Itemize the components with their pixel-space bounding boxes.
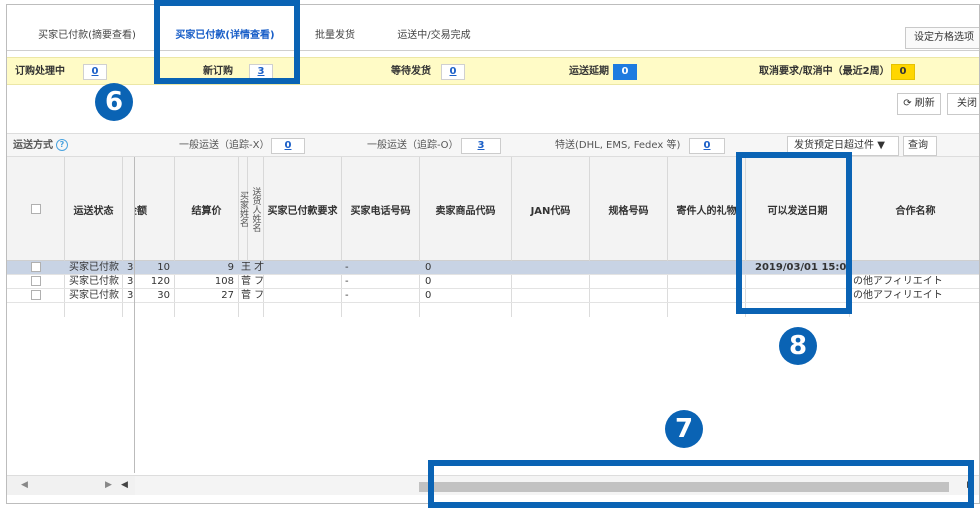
header-seller-code[interactable]: 卖家商品代码 xyxy=(420,157,512,261)
processing-label: 订购处理中 xyxy=(15,66,65,77)
processing-count[interactable]: 0 xyxy=(83,64,107,80)
help-icon[interactable]: ? xyxy=(56,139,68,151)
row-settlement: 27 xyxy=(221,290,234,301)
header-amount[interactable]: 金额 xyxy=(135,157,175,261)
header-status[interactable]: 运送状态 xyxy=(65,157,123,261)
row-settlement: 108 xyxy=(214,276,234,287)
header-select-all[interactable] xyxy=(7,157,65,261)
row-buyer-name: 菅 フ xyxy=(241,276,265,287)
row-amount: 30 xyxy=(157,290,170,301)
row-checkbox[interactable] xyxy=(31,290,51,304)
delay-label: 运送延期 xyxy=(569,66,609,77)
row-checkbox[interactable] xyxy=(31,262,51,276)
badge-7: 7 xyxy=(665,410,703,448)
scroll-right-icon[interactable]: ▶ xyxy=(105,480,112,490)
scroll-left-icon-main[interactable]: ◀ xyxy=(121,480,128,490)
highlight-detail-tab xyxy=(154,0,300,84)
row-status: 买家已付款 xyxy=(69,276,119,287)
header-gift[interactable]: 寄件人的礼物 xyxy=(668,157,746,261)
row-buyer-name: 王 才 xyxy=(241,262,265,273)
highlight-horizontal-scrollbar xyxy=(428,460,974,508)
header-jan[interactable]: JAN代码 xyxy=(512,157,590,261)
header-receiver-name[interactable]: 送货人姓名 xyxy=(248,157,264,261)
row-amount: 10 xyxy=(157,262,170,273)
header-buyer-name[interactable]: 买家姓名 xyxy=(238,157,248,261)
close-button[interactable]: 关闭 xyxy=(947,93,979,115)
row-phone: - xyxy=(345,262,349,273)
tab-bar: 买家已付款(摘要查看) 买家已付款(详情查看) 批量发货 运送中/交易完成 设定… xyxy=(7,13,979,51)
cancel-count[interactable]: 0 xyxy=(891,64,915,80)
row-amount: 120 xyxy=(150,276,170,287)
general-o-label: 一般运送（追踪-O） xyxy=(367,140,459,151)
row-partner: の他アフィリエイト xyxy=(853,290,943,301)
header-partner[interactable]: 合作名称 xyxy=(850,157,979,261)
refresh-label: 刷新 xyxy=(914,98,935,109)
row-phone: - xyxy=(345,290,349,301)
refresh-icon: ⟳ xyxy=(903,98,912,109)
select-all-checkbox[interactable] xyxy=(30,204,41,214)
tab-paid-summary[interactable]: 买家已付款(摘要查看) xyxy=(27,21,147,51)
tab-shipping-done[interactable]: 运送中/交易完成 xyxy=(379,21,489,51)
header-spec[interactable]: 规格号码 xyxy=(590,157,668,261)
order-status-bar: 订购处理中 0 新订购 3 等待发货 0 运送延期 0 取消要求/取消中（最近2… xyxy=(7,57,979,85)
tab-batch-ship[interactable]: 批量发货 xyxy=(303,21,367,51)
scroll-left-icon[interactable]: ◀ xyxy=(21,480,28,490)
row-settlement: 9 xyxy=(227,262,234,273)
general-x-label: 一般运送（追踪-X） xyxy=(179,140,270,151)
dropdown-arrow-icon: ▼ xyxy=(877,140,885,151)
express-label: 特送(DHL, EMS, Fedex 等) xyxy=(555,140,681,151)
shipping-method-label: 运送方式? xyxy=(13,134,68,158)
query-button[interactable]: 查询 xyxy=(903,136,937,156)
general-x-count[interactable]: 0 xyxy=(271,138,305,154)
header-paid-request[interactable]: 买家已付款要求 xyxy=(264,157,342,261)
refresh-button[interactable]: ⟳ 刷新 xyxy=(897,93,941,115)
row-status: 买家已付款 xyxy=(69,262,119,273)
general-o-count[interactable]: 3 xyxy=(461,138,501,154)
highlight-ship-date-column xyxy=(736,152,852,314)
waiting-ship-label: 等待发货 xyxy=(391,66,431,77)
header-settlement[interactable]: 结算价 xyxy=(175,157,239,261)
waiting-ship-count[interactable]: 0 xyxy=(441,64,465,80)
grid-settings-button[interactable]: 设定方格选项 xyxy=(905,27,979,49)
row-buyer-name: 菅 フ xyxy=(241,290,265,301)
row-partner: の他アフィリエイト xyxy=(853,276,943,287)
row-seller-code: 0 xyxy=(425,262,432,273)
frozen-scrollbar[interactable]: ◀ ▶ ◀ xyxy=(7,475,135,495)
row-seller-code: 0 xyxy=(425,276,432,287)
row-partner xyxy=(853,261,979,275)
badge-8: 8 xyxy=(779,327,817,365)
row-status: 买家已付款 xyxy=(69,290,119,301)
row-phone: - xyxy=(345,276,349,287)
cancel-label: 取消要求/取消中（最近2周） xyxy=(759,66,890,77)
badge-6: 6 xyxy=(95,83,133,121)
delay-count[interactable]: 0 xyxy=(613,64,637,80)
row-checkbox[interactable] xyxy=(31,276,51,290)
header-phone[interactable]: 买家电话号码 xyxy=(342,157,420,261)
express-count[interactable]: 0 xyxy=(689,138,725,154)
row-seller-code: 0 xyxy=(425,290,432,301)
